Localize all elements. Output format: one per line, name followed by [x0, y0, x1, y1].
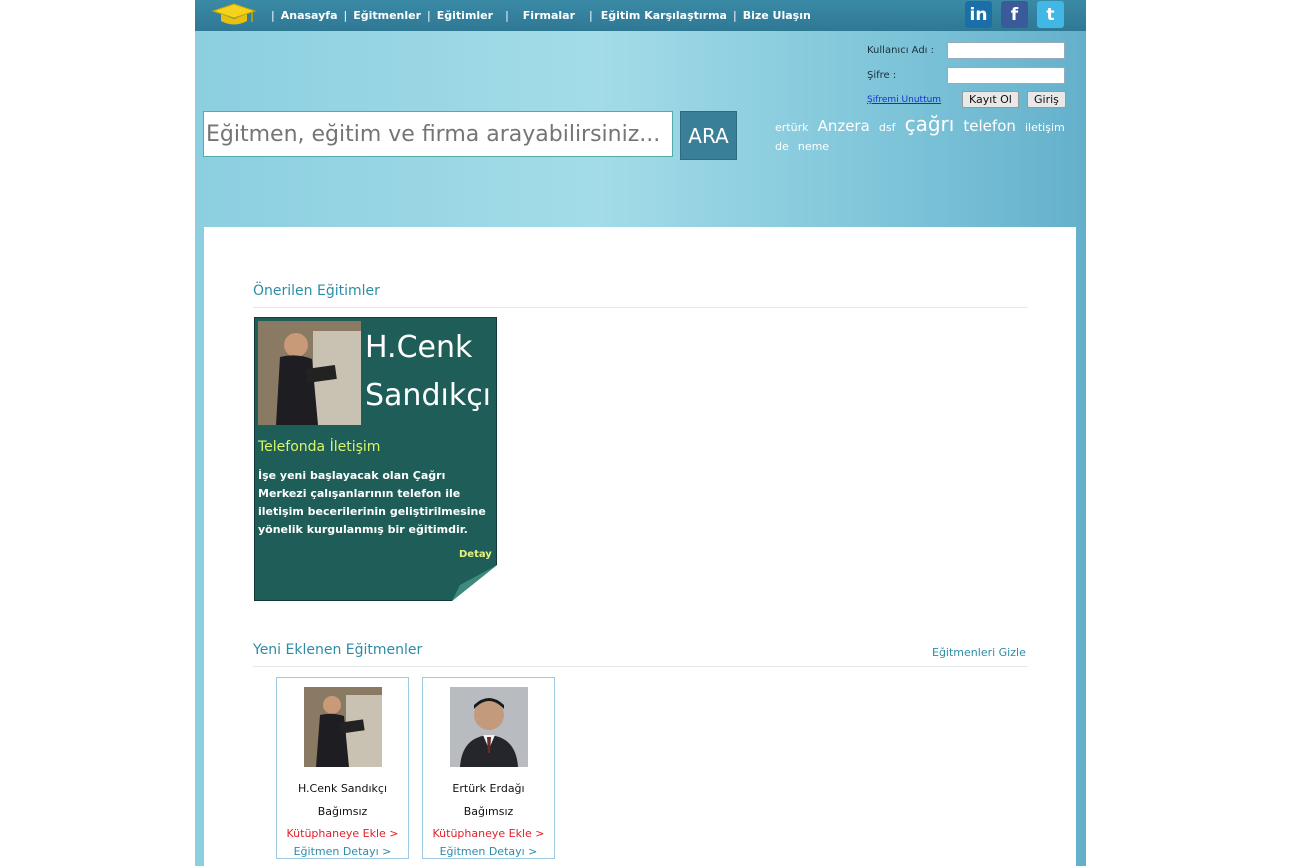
recommended-training-card[interactable]: H.Cenk Sandıkçı Telefonda İletişim İşe y… [254, 317, 497, 601]
linkedin-icon[interactable]: in [965, 1, 992, 28]
nav-link-trainers[interactable]: Eğitmenler [353, 9, 421, 22]
tag-link[interactable]: iletişim [1025, 121, 1065, 134]
trainer-photo[interactable] [450, 687, 528, 767]
tag-link[interactable]: dsf [879, 121, 896, 134]
login-button[interactable]: Giriş [1027, 91, 1066, 108]
trainer-affiliation: Bağımsız [317, 805, 368, 818]
main-nav: | Anasayfa | Eğitmenler | Eğitimler | Fi… [271, 9, 811, 22]
facebook-icon[interactable]: f [1001, 1, 1028, 28]
recommended-section-title: Önerilen Eğitimler [253, 283, 380, 299]
add-to-library-link[interactable]: Kütüphaneye Ekle > [423, 827, 554, 840]
tag-link[interactable]: de [775, 140, 789, 153]
trainer-name: H.Cenk Sandıkçı [297, 782, 388, 795]
tag-link[interactable]: ertürk [775, 121, 808, 134]
tag-cloud: ertürk Anzera dsf çağrı telefon iletişim… [775, 114, 1075, 155]
top-navigation-bar: | Anasayfa | Eğitmenler | Eğitimler | Fi… [195, 0, 1086, 31]
nav-link-contact[interactable]: Bize Ulaşın [743, 9, 811, 22]
password-field[interactable] [947, 67, 1065, 84]
page-fold-corner [452, 565, 497, 601]
card-trainer-name: H.Cenk Sandıkçı [365, 330, 492, 413]
main-content: Önerilen Eğitimler H.Cenk Sandıkçı Telef… [204, 227, 1076, 866]
trainer-photo [258, 321, 361, 425]
trainer-card: H.Cenk Sandıkçı Bağımsız Kütüphaneye Ekl… [276, 677, 409, 859]
trainer-affiliation: Bağımsız [463, 805, 514, 818]
trainer-card: Ertürk Erdağı Bağımsız Kütüphaneye Ekle … [422, 677, 555, 859]
hide-trainers-link[interactable]: Eğitmenleri Gizle [932, 646, 1026, 659]
tag-link[interactable]: Anzera [818, 117, 870, 135]
search-button[interactable]: ARA [680, 111, 737, 160]
nav-link-companies[interactable]: Firmalar [523, 9, 575, 22]
tag-link[interactable]: çağrı [905, 112, 955, 136]
card-detail-link[interactable]: Detay [459, 549, 492, 560]
forgot-password-link[interactable]: Şifremi Unuttum [867, 95, 941, 105]
divider [253, 666, 1028, 667]
graduation-cap-icon[interactable] [211, 2, 257, 28]
card-description: İşe yeni başlayacak olan Çağrı Merkezi ç… [258, 469, 486, 536]
tag-link[interactable]: telefon [963, 117, 1015, 135]
divider [253, 307, 1028, 308]
tag-link[interactable]: neme [798, 140, 829, 153]
nav-link-compare[interactable]: Eğitim Karşılaştırma [601, 9, 727, 22]
nav-link-home[interactable]: Anasayfa [281, 9, 338, 22]
trainer-detail-link[interactable]: Eğitmen Detayı > [277, 845, 408, 858]
trainer-detail-link[interactable]: Eğitmen Detayı > [423, 845, 554, 858]
twitter-icon[interactable]: t [1037, 1, 1064, 28]
trainer-name: Ertürk Erdağı [452, 782, 525, 795]
add-to-library-link[interactable]: Kütüphaneye Ekle > [277, 827, 408, 840]
nav-link-trainings[interactable]: Eğitimler [437, 9, 493, 22]
search-input[interactable] [203, 111, 673, 157]
username-label: Kullanıcı Adı : [867, 45, 934, 56]
new-trainers-section-title: Yeni Eklenen Eğitmenler [253, 642, 423, 658]
card-course-title[interactable]: Telefonda İletişim [258, 439, 380, 455]
register-button[interactable]: Kayıt Ol [962, 91, 1019, 108]
username-field[interactable] [947, 42, 1065, 59]
page-wrapper: | Anasayfa | Eğitmenler | Eğitimler | Fi… [195, 0, 1086, 866]
trainer-photo[interactable] [304, 687, 382, 767]
password-label: Şifre : [867, 70, 897, 81]
